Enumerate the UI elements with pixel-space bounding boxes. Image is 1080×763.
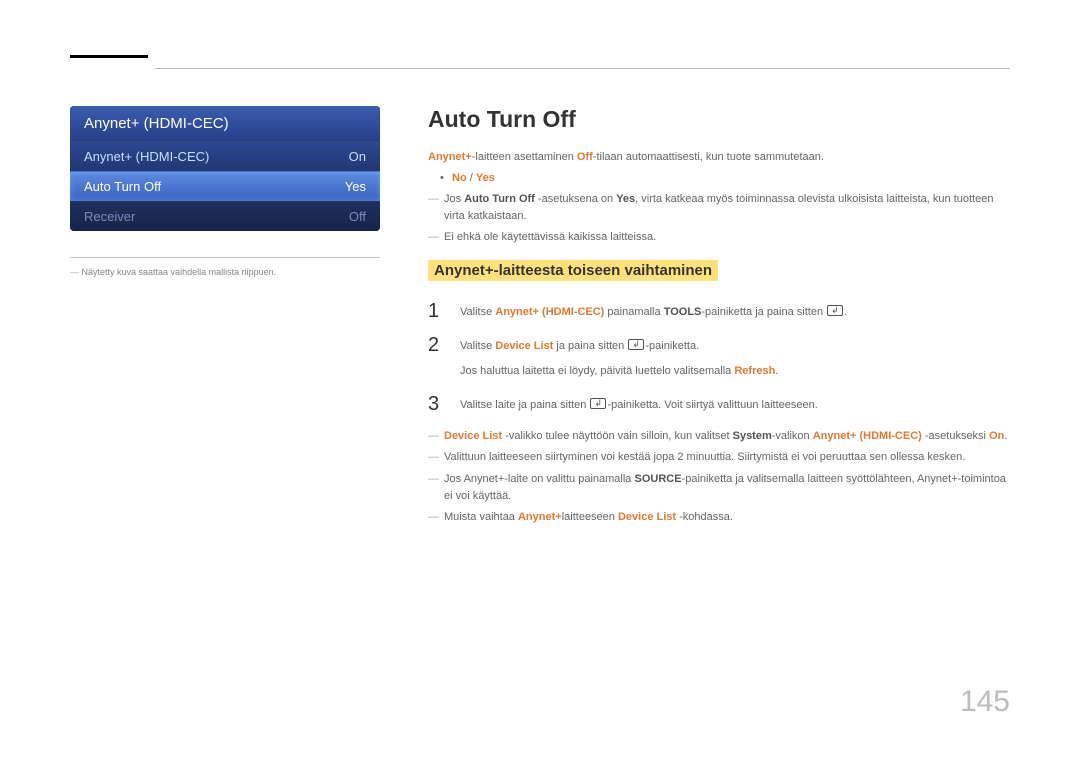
menu-row-value: Yes	[345, 179, 366, 194]
page-number: 145	[960, 685, 1010, 719]
menu-row-value: On	[349, 149, 366, 164]
step-number: 1	[428, 301, 446, 321]
section-title: Auto Turn Off	[428, 106, 1010, 133]
menu-panel: Anynet+ (HDMI-CEC) Anynet+ (HDMI-CEC) On…	[70, 106, 380, 231]
after-note-source: Jos Anynet+-laite on valittu painamalla …	[428, 471, 1010, 505]
sub-heading: Anynet+-laitteesta toiseen vaihtaminen	[428, 260, 718, 281]
menu-row-auto-turn-off[interactable]: Auto Turn Off Yes	[70, 171, 380, 201]
menu-row-label: Auto Turn Off	[84, 179, 161, 194]
after-note-device-list: Device List -valikko tulee näyttöön vain…	[428, 428, 1010, 445]
step-number: 3	[428, 394, 446, 414]
enter-icon	[827, 305, 843, 316]
menu-row-anynet[interactable]: Anynet+ (HDMI-CEC) On	[70, 141, 380, 171]
enter-icon	[628, 339, 644, 350]
enter-icon	[590, 398, 606, 409]
step-number: 2	[428, 335, 446, 355]
note-auto-turn-off: Jos Auto Turn Off -asetuksena on Yes, vi…	[428, 191, 1010, 225]
image-disclaimer: Näytetty kuva saattaa vaihdella mallista…	[70, 266, 380, 280]
step-3: 3 Valitse laite ja paina sitten -painike…	[428, 394, 1010, 414]
note-availability: Ei ehkä ole käytettävissä kaikissa laitt…	[428, 229, 1010, 246]
step-1: 1 Valitse Anynet+ (HDMI-CEC) painamalla …	[428, 301, 1010, 321]
menu-row-value: Off	[349, 209, 366, 224]
no-yes-option: No / Yes	[440, 170, 1010, 187]
step-2: 2 Valitse Device List ja paina sitten -p…	[428, 335, 1010, 380]
steps-list: 1 Valitse Anynet+ (HDMI-CEC) painamalla …	[428, 301, 1010, 414]
menu-row-label: Receiver	[84, 209, 135, 224]
menu-row-receiver[interactable]: Receiver Off	[70, 201, 380, 231]
after-note-delay: Valittuun laitteeseen siirtyminen voi ke…	[428, 449, 1010, 466]
intro-line: Anynet+-laitteen asettaminen Off-tilaan …	[428, 149, 1010, 166]
menu-title: Anynet+ (HDMI-CEC)	[70, 106, 380, 141]
menu-row-label: Anynet+ (HDMI-CEC)	[84, 149, 209, 164]
after-note-remember: Muista vaihtaa Anynet+laitteeseen Device…	[428, 509, 1010, 526]
